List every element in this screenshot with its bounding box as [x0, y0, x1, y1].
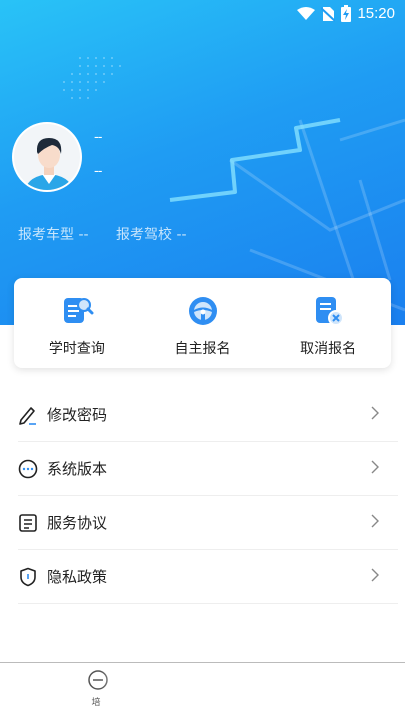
menu-item-privacy-policy[interactable]: 隐私政策 — [18, 550, 398, 604]
cancel-registration-button[interactable]: 取消报名 — [265, 278, 391, 368]
cancel-registration-label: 取消报名 — [300, 341, 357, 357]
wifi-icon — [297, 6, 316, 20]
menu-label-system-version: 系统版本 — [47, 460, 108, 478]
edit-password-icon — [19, 406, 36, 425]
license-type-info: 报考车型 -- — [18, 227, 89, 243]
steering-wheel-icon — [188, 297, 217, 325]
system-version-icon — [18, 459, 38, 478]
hours-query-button[interactable]: 学时查询 — [14, 278, 140, 368]
self-registration-button[interactable]: 自主报名 — [140, 278, 266, 368]
menu-item-system-version[interactable]: 系统版本 — [18, 442, 398, 496]
profile-header: 15:20 -- -- 报考车型 -- 报考驾校 -- — [0, 0, 405, 325]
settings-menu: 修改密码 系统版本 服务协议 隐私政策 — [18, 388, 398, 604]
chevron-right-icon — [371, 514, 379, 528]
service-agreement-icon — [19, 513, 37, 532]
chevron-right-icon — [371, 460, 379, 474]
chevron-right-icon — [371, 406, 379, 420]
cancel-registration-icon — [316, 297, 345, 326]
status-bar: 15:20 — [0, 0, 405, 30]
driving-school-info: 报考驾校 -- — [116, 227, 187, 243]
no-sim-icon — [321, 6, 336, 22]
menu-label-service-agreement: 服务协议 — [47, 514, 108, 532]
avatar[interactable] — [12, 122, 82, 192]
hours-query-icon — [63, 298, 94, 323]
menu-item-change-password[interactable]: 修改密码 — [18, 388, 398, 442]
battery-charging-icon — [341, 5, 352, 22]
profile-name: -- — [94, 130, 102, 145]
menu-label-privacy-policy: 隐私政策 — [47, 568, 108, 586]
profile-id: -- — [94, 164, 102, 179]
quick-actions-card: 学时查询 自主报名 取消报名 — [14, 278, 391, 368]
nav-overlay-fade — [100, 663, 405, 720]
status-time: 15:20 — [357, 5, 395, 22]
privacy-policy-icon — [20, 567, 36, 586]
chevron-right-icon — [371, 568, 379, 582]
bottom-navigation: 培 — [0, 662, 405, 720]
menu-item-service-agreement[interactable]: 服务协议 — [18, 496, 398, 550]
hours-query-label: 学时查询 — [48, 341, 105, 357]
self-registration-label: 自主报名 — [174, 341, 231, 357]
menu-label-change-password: 修改密码 — [47, 406, 108, 424]
